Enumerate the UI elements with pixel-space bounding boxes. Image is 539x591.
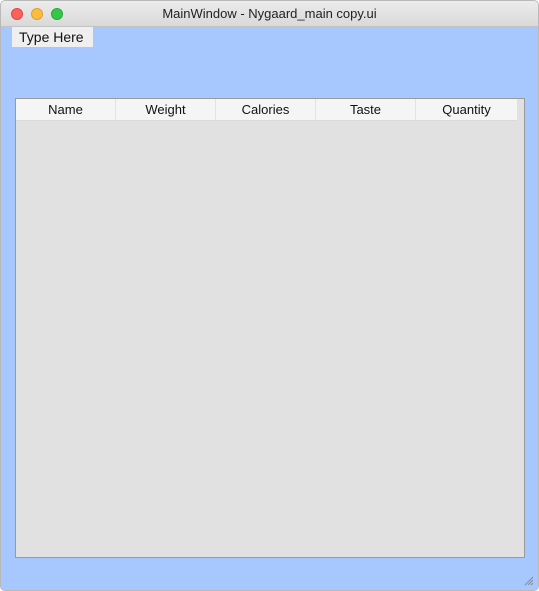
column-header-taste[interactable]: Taste [316,99,416,120]
column-header-name[interactable]: Name [16,99,116,120]
data-table[interactable]: Name Weight Calories Taste Quantity [15,98,525,558]
table-header: Name Weight Calories Taste Quantity [16,99,517,121]
main-window: MainWindow - Nygaard_main copy.ui Type H… [0,0,539,591]
menubar-type-here-item[interactable]: Type Here [12,27,93,47]
resize-grip-icon[interactable] [522,574,534,586]
column-header-quantity[interactable]: Quantity [416,99,517,120]
window-title: MainWindow - Nygaard_main copy.ui [162,6,377,21]
column-header-calories[interactable]: Calories [216,99,316,120]
title-bar[interactable]: MainWindow - Nygaard_main copy.ui [1,1,538,27]
column-header-weight[interactable]: Weight [116,99,216,120]
